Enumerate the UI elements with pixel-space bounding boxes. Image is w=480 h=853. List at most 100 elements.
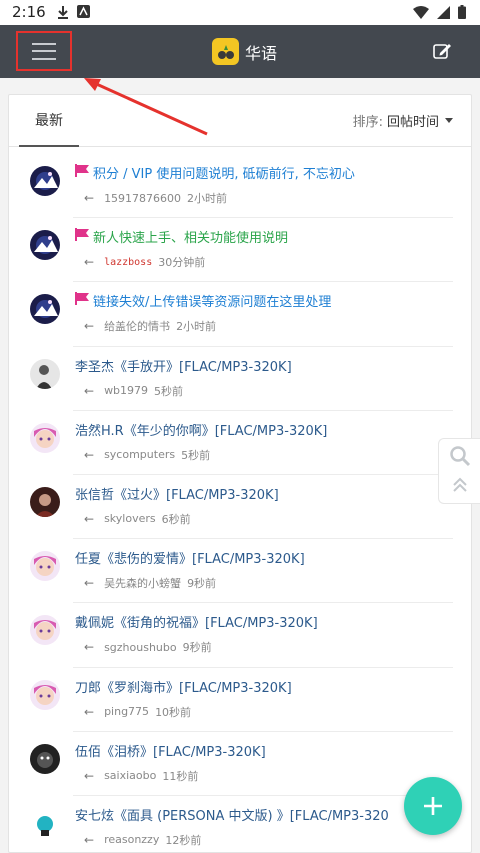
thread-meta: ← 15917876600 2小时前 bbox=[84, 190, 227, 206]
thread-title[interactable]: 积分 / VIP 使用问题说明, 砥砺前行, 不忘初心 bbox=[75, 163, 355, 182]
thread-title[interactable]: 李圣杰《手放开》[FLAC/MP3-320K] bbox=[75, 356, 292, 375]
thread-meta: ← 给盖伦的情书 2小时前 bbox=[84, 318, 216, 334]
thread-time: 10秒前 bbox=[155, 705, 192, 719]
reply-arrow-icon: ← bbox=[84, 832, 95, 847]
avatar[interactable] bbox=[30, 166, 60, 196]
thread-username[interactable]: 吴先森的小螃蟹 bbox=[104, 575, 181, 591]
reply-arrow-icon: ← bbox=[84, 447, 95, 462]
tab-latest[interactable]: 最新 bbox=[19, 95, 79, 147]
download-icon bbox=[58, 6, 68, 19]
thread-title[interactable]: 安七炫《面具 (PERSONA 中文版) 》[FLAC/MP3-320 bbox=[75, 805, 389, 824]
thread-time: 5秒前 bbox=[154, 384, 184, 398]
thread-meta: ← reasonzzy 12秒前 bbox=[84, 832, 201, 848]
caret-down-icon bbox=[445, 118, 453, 123]
reply-arrow-icon: ← bbox=[84, 511, 95, 526]
avatar[interactable] bbox=[30, 358, 60, 389]
thread-row[interactable]: 戴佩妮《街角的祝福》[FLAC/MP3-320K] ← sgzhoushubo 9秒前 bbox=[9, 603, 471, 668]
thread-username[interactable]: 15917876600 bbox=[104, 192, 181, 205]
thread-username[interactable]: wb1979 bbox=[104, 384, 148, 397]
reply-arrow-icon: ← bbox=[84, 191, 95, 205]
thread-username[interactable]: sycomputers bbox=[104, 448, 175, 461]
thread-row[interactable]: 刀郎《罗刹海市》[FLAC/MP3-320K] ← ping775 10秒前 bbox=[9, 668, 471, 732]
thread-row[interactable]: 安七炫《面具 (PERSONA 中文版) 》[FLAC/MP3-320 ← reas… bbox=[9, 796, 471, 852]
thread-title-text: 新人快速上手、相关功能使用说明 bbox=[93, 231, 289, 247]
thread-username[interactable]: skylovers bbox=[104, 512, 156, 525]
thread-title-text: 任夏《悲伤的爱情》[FLAC/MP3-320K] bbox=[75, 552, 305, 568]
avatar[interactable] bbox=[30, 743, 60, 774]
thread-row[interactable]: 链接失效/上传错误等资源问题在这里处理 ← 给盖伦的情书 2小时前 bbox=[9, 282, 471, 347]
thread-time: 11秒前 bbox=[162, 769, 199, 783]
avatar[interactable] bbox=[30, 486, 60, 517]
wifi-icon bbox=[413, 5, 429, 19]
signal-icon bbox=[437, 5, 450, 19]
edit-icon[interactable] bbox=[432, 41, 452, 61]
thread-username[interactable]: lazzboss bbox=[104, 257, 152, 268]
thread-title-text: 张信哲《过火》[FLAC/MP3-320K] bbox=[75, 487, 279, 503]
new-post-button[interactable] bbox=[404, 777, 462, 835]
thread-row[interactable]: 浩然H.R《年少的你啊》[FLAC/MP3-320K] ← sycomputers 5… bbox=[9, 411, 471, 476]
thread-title[interactable]: 戴佩妮《街角的祝福》[FLAC/MP3-320K] bbox=[75, 612, 318, 631]
reply-arrow-icon: ← bbox=[84, 768, 95, 783]
thread-title[interactable]: 链接失效/上传错误等资源问题在这里处理 bbox=[75, 291, 331, 310]
reply-arrow-icon: ← bbox=[84, 576, 95, 591]
thread-title[interactable]: 伍佰《泪桥》[FLAC/MP3-320K] bbox=[75, 741, 266, 760]
thread-title[interactable]: 任夏《悲伤的爱情》[FLAC/MP3-320K] bbox=[75, 548, 305, 567]
thread-meta: ← ping775 10秒前 bbox=[84, 704, 191, 720]
thread-meta: ← 吴先森的小螃蟹 9秒前 bbox=[84, 575, 216, 591]
app-bar: 华语 bbox=[0, 25, 480, 78]
sort-label: 排序: bbox=[352, 115, 383, 130]
thread-title[interactable]: 刀郎《罗刹海市》[FLAC/MP3-320K] bbox=[75, 677, 292, 696]
thread-meta: ← wb1979 5秒前 bbox=[84, 383, 183, 399]
sort-value: 回帖时间 bbox=[386, 115, 439, 130]
thread-list: 积分 / VIP 使用问题说明, 砥砺前行, 不忘初心 ← 15917876600 2… bbox=[9, 154, 471, 852]
thread-meta: ← lazzboss 30分钟前 bbox=[84, 254, 205, 270]
thread-time: 5秒前 bbox=[181, 448, 211, 462]
thread-title[interactable]: 新人快速上手、相关功能使用说明 bbox=[75, 227, 288, 246]
thread-row[interactable]: 新人快速上手、相关功能使用说明 ← lazzboss 30分钟前 bbox=[9, 218, 471, 283]
tab-bar: 最新 排序: 回帖时间 bbox=[9, 95, 471, 147]
thread-row[interactable]: 李圣杰《手放开》[FLAC/MP3-320K] ← wb1979 5秒前 bbox=[9, 347, 471, 411]
avatar[interactable] bbox=[30, 294, 60, 325]
reply-arrow-icon: ← bbox=[84, 640, 95, 655]
app-brand: 华语 bbox=[212, 38, 277, 65]
search-icon[interactable] bbox=[449, 445, 471, 467]
avatar[interactable] bbox=[30, 422, 60, 453]
thread-username[interactable]: sgzhoushubo bbox=[104, 641, 177, 654]
thread-time: 2小时前 bbox=[187, 192, 228, 205]
battery-icon bbox=[458, 5, 466, 19]
status-time: 2:16 bbox=[12, 3, 46, 21]
pinned-flag-icon bbox=[75, 164, 89, 181]
thread-time: 6秒前 bbox=[161, 512, 191, 526]
avatar[interactable] bbox=[30, 807, 60, 838]
sort-dropdown[interactable]: 排序: 回帖时间 bbox=[353, 111, 453, 130]
thread-time: 12秒前 bbox=[165, 833, 202, 847]
thread-username[interactable]: ping775 bbox=[104, 705, 149, 718]
thread-row[interactable]: 伍佰《泪桥》[FLAC/MP3-320K] ← saixiaobo 11秒前 bbox=[9, 732, 471, 797]
scroll-top-icon[interactable] bbox=[452, 477, 468, 493]
thread-time: 9秒前 bbox=[187, 577, 217, 591]
avatar[interactable] bbox=[30, 230, 60, 261]
thread-title-text: 伍佰《泪桥》[FLAC/MP3-320K] bbox=[75, 744, 266, 760]
thread-row[interactable]: 张信哲《过火》[FLAC/MP3-320K] ← skylovers 6秒前 bbox=[9, 475, 471, 540]
thread-card: 最新 排序: 回帖时间 积分 / VIP 使用问题说明, 砥砺前行, 不忘初心 ←… bbox=[8, 94, 472, 853]
thread-title-text: 积分 / VIP 使用问题说明, 砥砺前行, 不忘初心 bbox=[93, 167, 355, 182]
menu-button[interactable] bbox=[16, 31, 72, 71]
thread-title[interactable]: 浩然H.R《年少的你啊》[FLAC/MP3-320K] bbox=[75, 420, 327, 439]
thread-title-text: 链接失效/上传错误等资源问题在这里处理 bbox=[93, 295, 332, 311]
reply-arrow-icon: ← bbox=[84, 319, 95, 334]
avatar[interactable] bbox=[30, 551, 60, 582]
thread-row[interactable]: 积分 / VIP 使用问题说明, 砥砺前行, 不忘初心 ← 15917876600 2… bbox=[9, 154, 471, 219]
reply-arrow-icon: ← bbox=[84, 383, 95, 398]
thread-row[interactable]: 任夏《悲伤的爱情》[FLAC/MP3-320K] ← 吴先森的小螃蟹 9秒前 bbox=[9, 539, 471, 604]
thread-time: 2小时前 bbox=[176, 320, 217, 334]
reply-arrow-icon: ← bbox=[84, 255, 95, 270]
thread-username[interactable]: 给盖伦的情书 bbox=[104, 318, 170, 334]
thread-username[interactable]: reasonzzy bbox=[104, 833, 159, 846]
side-tools bbox=[438, 438, 480, 504]
plus-icon bbox=[424, 797, 442, 815]
avatar[interactable] bbox=[30, 615, 60, 646]
thread-username[interactable]: saixiaobo bbox=[104, 769, 156, 782]
thread-time: 9秒前 bbox=[182, 641, 212, 655]
thread-title[interactable]: 张信哲《过火》[FLAC/MP3-320K] bbox=[75, 484, 279, 503]
avatar[interactable] bbox=[30, 679, 60, 710]
